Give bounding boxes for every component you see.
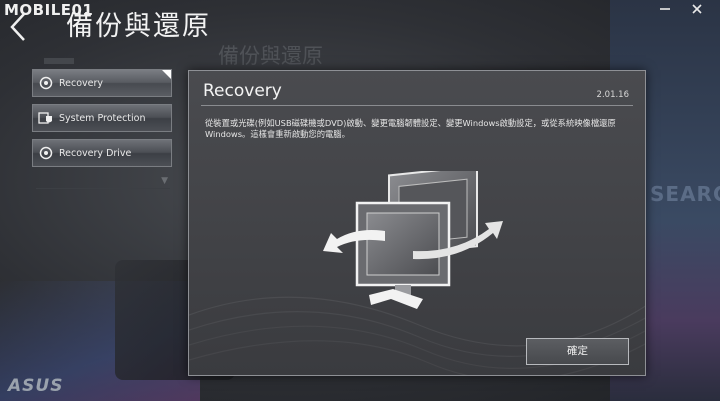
background-dropdown: ▼ (36, 172, 170, 189)
dialog-version: 2.01.16 (596, 90, 629, 100)
close-icon (692, 4, 702, 14)
title-divider (201, 105, 633, 106)
sidebar-item-label: Recovery Drive (59, 147, 132, 159)
ok-button[interactable]: 確定 (526, 338, 629, 365)
asus-logo: ASUS (8, 376, 64, 396)
monitor-restart-illustration (323, 171, 503, 309)
background-faint-text (44, 58, 74, 64)
active-corner-indicator (162, 70, 171, 79)
recovery-drive-icon (33, 146, 59, 160)
background-heading: 備份與還原 (218, 44, 323, 68)
minimize-icon (660, 8, 670, 10)
dropdown-arrow-icon: ▼ (161, 176, 168, 186)
system-protection-icon (33, 111, 59, 125)
recovery-icon (33, 76, 59, 90)
recovery-dialog: Recovery 2.01.16 從裝置或光碟(例如USB磁碟機或DVD)啟動、… (188, 70, 646, 376)
dialog-title: Recovery (203, 81, 282, 101)
dialog-description: 從裝置或光碟(例如USB磁碟機或DVD)啟動、變更電腦韌體設定、變更Window… (205, 118, 616, 139)
sidebar-item-recovery[interactable]: Recovery (32, 69, 172, 97)
background-search-text: SEARCH (650, 182, 720, 206)
sidebar-item-recovery-drive[interactable]: Recovery Drive (32, 139, 172, 167)
sidebar-item-system-protection[interactable]: System Protection (32, 104, 172, 132)
sidebar-item-label: Recovery (59, 77, 104, 89)
sidebar-item-label: System Protection (59, 112, 146, 124)
page-title: 備份與還原 (66, 11, 211, 42)
close-button[interactable] (688, 2, 706, 18)
minimize-button[interactable] (656, 2, 674, 18)
